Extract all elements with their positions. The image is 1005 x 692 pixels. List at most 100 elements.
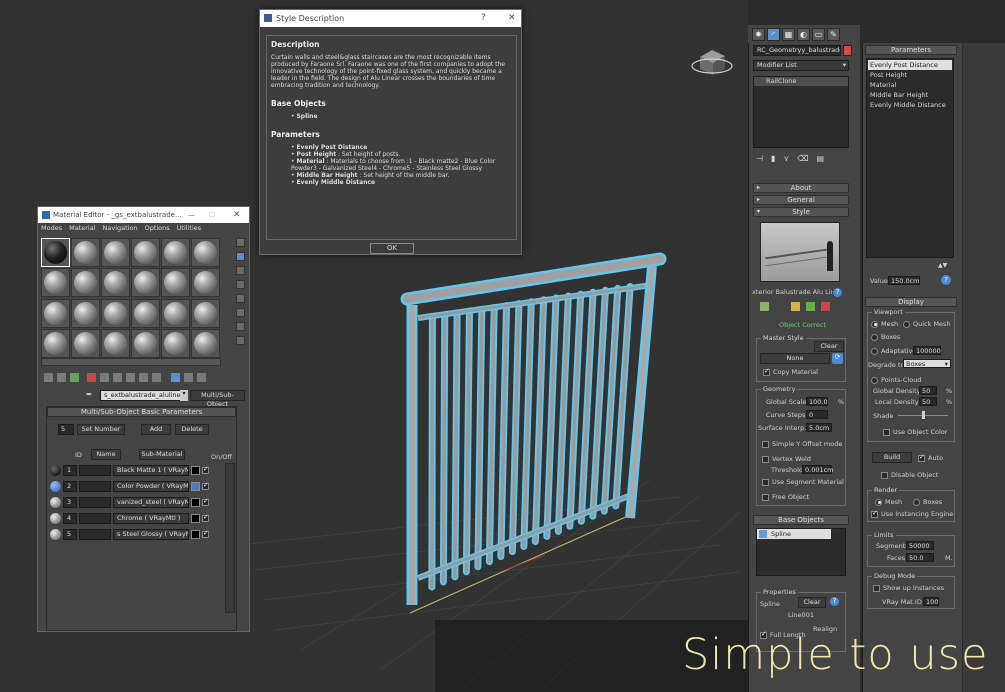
get-material-icon[interactable]: [44, 373, 53, 382]
rollout-display[interactable]: Display: [865, 297, 957, 307]
sample-slot[interactable]: [191, 328, 220, 358]
auto-checkbox[interactable]: Auto: [918, 453, 943, 462]
surface-interp-input[interactable]: 5.0cm: [806, 423, 832, 432]
dialog-titlebar[interactable]: Style Description ? ✕: [260, 10, 521, 27]
show-end-result-icon[interactable]: ▮: [771, 154, 775, 166]
rollout-about[interactable]: ▸ About: [753, 183, 849, 193]
put-to-scene-icon[interactable]: [57, 373, 66, 382]
sample-slot[interactable]: [131, 298, 160, 328]
color-swatch[interactable]: [191, 498, 200, 507]
chevron-down-icon[interactable]: ▾: [180, 390, 188, 401]
count-input[interactable]: 5: [58, 424, 74, 435]
modify-tab-icon[interactable]: ◜: [767, 28, 780, 41]
sample-slot[interactable]: [191, 238, 220, 267]
vertex-weld-checkbox[interactable]: Vertex Weld: [762, 455, 811, 463]
help-button[interactable]: ?: [481, 10, 486, 27]
sample-slot[interactable]: [131, 328, 160, 358]
disable-object-checkbox[interactable]: Disable Object: [881, 471, 938, 479]
library-icon[interactable]: [791, 302, 800, 311]
show-instances-checkbox[interactable]: Show up Instances: [873, 584, 944, 592]
param-item[interactable]: Middle Bar Height: [868, 90, 952, 100]
submaterial-id[interactable]: 2: [63, 481, 77, 492]
param-item[interactable]: Material: [868, 80, 952, 90]
material-name-field[interactable]: s_extbalustrade_alulinear: [100, 390, 188, 401]
menu-navigation[interactable]: Navigation: [103, 223, 138, 234]
sample-slot[interactable]: [71, 268, 100, 298]
sample-slot[interactable]: [71, 298, 100, 328]
menu-modes[interactable]: Modes: [41, 223, 62, 234]
vray-mat-id-input[interactable]: 100: [923, 597, 939, 606]
submaterial-id[interactable]: 5: [63, 529, 77, 540]
utilities-tab-icon[interactable]: ✎: [827, 28, 840, 41]
ok-button[interactable]: OK: [370, 243, 414, 254]
master-clear-button[interactable]: Clear: [814, 341, 844, 352]
object-name-field[interactable]: RC_Geometryy_balustrades: [753, 45, 841, 56]
sample-slot[interactable]: [191, 298, 220, 328]
sample-slot[interactable]: [41, 268, 70, 298]
segments-input[interactable]: 50000: [906, 541, 934, 550]
sort-by-submaterial-button[interactable]: Sub-Material: [139, 449, 185, 460]
spline-clear-button[interactable]: Clear: [798, 597, 826, 608]
sort-by-name-button[interactable]: Name: [91, 449, 121, 460]
sample-slot[interactable]: [41, 298, 70, 328]
options-icon[interactable]: [236, 322, 245, 331]
show-map-icon[interactable]: [152, 373, 161, 382]
help-icon[interactable]: ?: [833, 288, 842, 297]
delete-button[interactable]: Delete: [175, 424, 209, 435]
submaterial-button[interactable]: Color Powder ( VRayMtl ): [113, 481, 189, 492]
submaterial-on-checkbox[interactable]: [202, 481, 209, 490]
submaterial-on-checkbox[interactable]: [202, 497, 209, 506]
sample-slot[interactable]: [41, 328, 70, 358]
rollout-general[interactable]: ▸ General: [753, 195, 849, 205]
sample-slot[interactable]: [191, 268, 220, 298]
submaterial-id[interactable]: 3: [63, 497, 77, 508]
param-item[interactable]: Evenly Middle Distance: [868, 100, 952, 110]
sample-slot[interactable]: [161, 298, 190, 328]
quick-mesh-radio[interactable]: Quick Mesh: [903, 320, 951, 328]
import-icon[interactable]: [821, 302, 830, 311]
submaterial-name-field[interactable]: [79, 465, 111, 476]
simple-y-offset-checkbox[interactable]: Simple Y Offset mode: [762, 440, 842, 448]
submaterial-name-field[interactable]: [79, 497, 111, 508]
boxes-radio[interactable]: Boxes: [871, 333, 900, 341]
color-swatch[interactable]: [191, 514, 200, 523]
menu-material[interactable]: Material: [69, 223, 95, 234]
assign-material-icon[interactable]: [70, 373, 79, 382]
create-tab-icon[interactable]: ✸: [752, 28, 765, 41]
material-id-icon[interactable]: [139, 373, 148, 382]
list-scroll-arrows[interactable]: ▲▼: [938, 262, 947, 269]
motion-tab-icon[interactable]: ◐: [797, 28, 810, 41]
reset-material-icon[interactable]: [87, 373, 96, 382]
param-value-input[interactable]: 150.0cm: [888, 276, 920, 285]
close-icon[interactable]: ✕: [508, 10, 516, 27]
remove-modifier-icon[interactable]: ⌫: [797, 154, 808, 166]
video-color-check-icon[interactable]: [236, 294, 245, 303]
rollout-parameters[interactable]: Parameters: [865, 45, 957, 55]
slots-scrollbar[interactable]: [41, 358, 221, 366]
render-boxes-radio[interactable]: Boxes: [913, 498, 942, 506]
set-number-button[interactable]: Set Number: [77, 424, 125, 435]
material-editor-titlebar[interactable]: Material Editor - _gs_extbalustrade... —…: [38, 207, 249, 223]
background-icon[interactable]: [236, 266, 245, 275]
global-scale-input[interactable]: 100.0: [806, 397, 828, 406]
edit-style-icon[interactable]: [760, 302, 769, 311]
param-item[interactable]: Post Height: [868, 70, 952, 80]
make-preview-icon[interactable]: [236, 308, 245, 317]
copy-material-icon[interactable]: [100, 373, 109, 382]
panel-scrollbar[interactable]: [963, 43, 1005, 692]
submaterial-name-field[interactable]: [79, 513, 111, 524]
submaterial-button[interactable]: vanized_steel ( VRayMtl ): [113, 497, 189, 508]
submaterial-row[interactable]: 5 s Steel Glossy ( VRayMtl ): [50, 529, 212, 540]
sample-slot[interactable]: [101, 328, 130, 358]
base-object-spline[interactable]: Spline: [757, 529, 831, 539]
adaptative-radio[interactable]: Adaptative: [871, 347, 916, 355]
menu-utilities[interactable]: Utilities: [177, 223, 201, 234]
refresh-icon[interactable]: ⟳: [832, 353, 843, 364]
view-cube[interactable]: [691, 50, 733, 75]
submaterial-button[interactable]: Chrome ( VRayMtl ): [113, 513, 189, 524]
base-objects-list[interactable]: Spline: [756, 528, 846, 576]
modifier-stack[interactable]: RailClone: [753, 76, 849, 148]
submaterial-id[interactable]: 1: [63, 465, 77, 476]
submaterial-on-checkbox[interactable]: [202, 529, 209, 538]
free-object-checkbox[interactable]: Free Object: [762, 493, 809, 501]
